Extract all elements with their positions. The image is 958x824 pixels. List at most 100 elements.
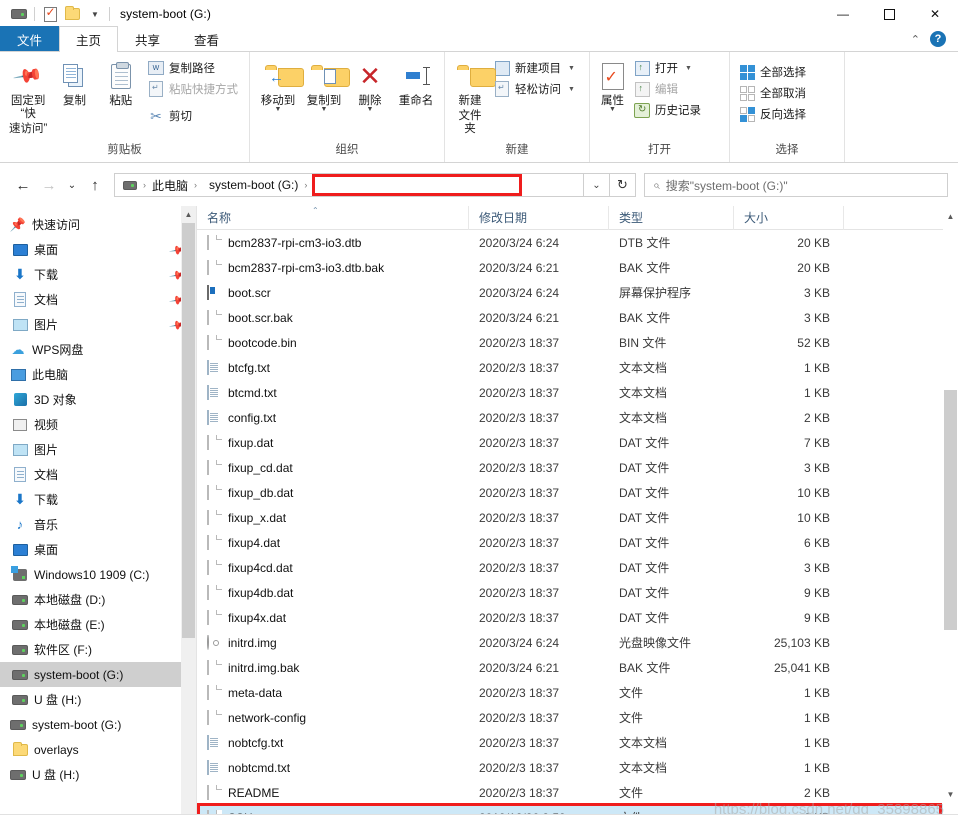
tab-share[interactable]: 共享: [118, 26, 177, 52]
collapse-ribbon-icon[interactable]: ⌃: [911, 33, 920, 46]
table-row[interactable]: boot.scr.bak 2020/3/24 6:21 BAK 文件 3 KB: [197, 305, 958, 330]
table-row[interactable]: initrd.img.bak 2020/3/24 6:21 BAK 文件 25,041…: [197, 655, 958, 680]
sidebar-item[interactable]: 此电脑: [0, 362, 196, 387]
copy-button[interactable]: 复制: [52, 56, 96, 111]
column-date-modified[interactable]: 修改日期: [469, 205, 609, 230]
breadcrumb-system-boot[interactable]: system-boot (G:): [205, 174, 302, 196]
forward-button[interactable]: →: [36, 172, 62, 198]
list-scroll-thumb[interactable]: [944, 390, 957, 630]
sidebar-item[interactable]: 软件区 (F:): [0, 637, 196, 662]
table-row[interactable]: nobtcmd.txt 2020/2/3 18:37 文本文档 1 KB: [197, 755, 958, 780]
tab-view[interactable]: 查看: [177, 26, 236, 52]
column-name[interactable]: 名称: [197, 205, 469, 230]
paste-button[interactable]: 粘贴: [99, 56, 143, 111]
table-row[interactable]: bcm2837-rpi-cm3-io3.dtb 2020/3/24 6:24 DTB…: [197, 230, 958, 255]
delete-button[interactable]: ✕ 删除 ▼: [348, 56, 392, 115]
table-row[interactable]: bootcode.bin 2020/2/3 18:37 BIN 文件 52 KB: [197, 330, 958, 355]
properties-button[interactable]: 属性 ▼: [596, 56, 629, 115]
recent-locations-button[interactable]: ⌄: [62, 172, 82, 198]
table-row[interactable]: boot.scr 2020/3/24 6:24 屏幕保护程序 3 KB: [197, 280, 958, 305]
address-bar[interactable]: › 此电脑 › system-boot (G:) ›: [114, 173, 584, 197]
search-box[interactable]: ⌕ 搜索"system-boot (G:)": [644, 173, 948, 197]
edit-button[interactable]: 编辑: [631, 79, 723, 99]
sidebar-item[interactable]: ⬇ 下载 📌: [0, 262, 196, 287]
address-dropdown-icon[interactable]: ⌄: [584, 173, 610, 197]
new-item-button[interactable]: 新建项目 ▼: [491, 58, 583, 78]
new-item-caret-icon[interactable]: ▼: [568, 65, 575, 72]
back-button[interactable]: ←: [10, 172, 36, 198]
customize-chevron-icon[interactable]: ▼: [83, 3, 105, 25]
column-size[interactable]: 大小: [734, 205, 844, 230]
sidebar-item[interactable]: 图片 📌: [0, 312, 196, 337]
sidebar-item[interactable]: 文档 📌: [0, 287, 196, 312]
new-folder-icon[interactable]: [61, 3, 83, 25]
sidebar-item[interactable]: ♪ 音乐: [0, 512, 196, 537]
move-to-caret-icon[interactable]: ▼: [275, 106, 282, 113]
table-row[interactable]: fixup4x.dat 2020/2/3 18:37 DAT 文件 9 KB: [197, 605, 958, 630]
sidebar-item[interactable]: 桌面 📌: [0, 237, 196, 262]
sidebar-item[interactable]: 3D 对象: [0, 387, 196, 412]
delete-caret-icon[interactable]: ▼: [367, 106, 374, 113]
move-to-button[interactable]: ← 移动到 ▼: [256, 56, 304, 115]
table-row[interactable]: fixup4.dat 2020/2/3 18:37 DAT 文件 6 KB: [197, 530, 958, 555]
table-row[interactable]: btcfg.txt 2020/2/3 18:37 文本文档 1 KB: [197, 355, 958, 380]
pin-to-quick-access-button[interactable]: 📌 固定到“快 速访问”: [6, 56, 50, 140]
easy-access-caret-icon[interactable]: ▼: [568, 86, 575, 93]
properties-caret-icon[interactable]: ▼: [609, 106, 616, 113]
easy-access-button[interactable]: 轻松访问 ▼: [491, 79, 583, 99]
maximize-button[interactable]: [866, 0, 912, 28]
nav-scroll-up-icon[interactable]: ▲: [181, 206, 196, 222]
drive-icon[interactable]: [8, 3, 30, 25]
copy-path-button[interactable]: W 复制路径: [145, 58, 243, 78]
sidebar-item[interactable]: ⬇ 下载: [0, 487, 196, 512]
table-row[interactable]: network-config 2020/2/3 18:37 文件 1 KB: [197, 705, 958, 730]
sidebar-item[interactable]: U 盘 (H:): [0, 762, 196, 787]
table-row[interactable]: fixup.dat 2020/2/3 18:37 DAT 文件 7 KB: [197, 430, 958, 455]
table-row[interactable]: README 2020/2/3 18:37 文件 2 KB: [197, 780, 958, 805]
help-icon[interactable]: ?: [930, 31, 946, 47]
select-none-button[interactable]: 全部取消: [736, 83, 828, 103]
file-list-scrollbar[interactable]: ▲ ▼: [943, 206, 958, 824]
sidebar-item[interactable]: ☁ WPS网盘: [0, 337, 196, 362]
new-folder-button[interactable]: 新建 文件夹: [451, 56, 496, 140]
open-caret-icon[interactable]: ▼: [685, 65, 692, 72]
invert-selection-button[interactable]: 反向选择: [736, 104, 828, 124]
table-row[interactable]: meta-data 2020/2/3 18:37 文件 1 KB: [197, 680, 958, 705]
list-scroll-down-icon[interactable]: ▼: [943, 786, 958, 802]
paste-shortcut-button[interactable]: 粘贴快捷方式: [145, 79, 243, 99]
sidebar-item[interactable]: 图片: [0, 437, 196, 462]
sidebar-item[interactable]: system-boot (G:): [0, 712, 196, 737]
sidebar-item[interactable]: 文档: [0, 462, 196, 487]
sidebar-item[interactable]: U 盘 (H:): [0, 687, 196, 712]
table-row[interactable]: fixup_x.dat 2020/2/3 18:37 DAT 文件 10 KB: [197, 505, 958, 530]
refresh-button[interactable]: ↻: [610, 173, 636, 197]
table-row[interactable]: fixup4db.dat 2020/2/3 18:37 DAT 文件 9 KB: [197, 580, 958, 605]
sidebar-item[interactable]: system-boot (G:): [0, 662, 196, 687]
sidebar-item[interactable]: 本地磁盘 (E:): [0, 612, 196, 637]
column-type[interactable]: 类型: [609, 205, 734, 230]
breadcrumb-this-pc[interactable]: 此电脑: [148, 174, 192, 196]
history-button[interactable]: 历史记录: [631, 100, 723, 120]
nav-scroll-thumb[interactable]: [182, 223, 195, 638]
close-button[interactable]: ✕: [912, 0, 958, 28]
open-button[interactable]: 打开 ▼: [631, 58, 723, 78]
table-row[interactable]: initrd.img 2020/3/24 6:24 光盘映像文件 25,103 KB: [197, 630, 958, 655]
copy-to-caret-icon[interactable]: ▼: [321, 106, 328, 113]
minimize-button[interactable]: —: [820, 0, 866, 28]
sidebar-item[interactable]: Windows10 1909 (C:): [0, 562, 196, 587]
tab-file[interactable]: 文件: [0, 26, 60, 52]
tab-home[interactable]: 主页: [59, 26, 119, 52]
table-row[interactable]: bcm2837-rpi-cm3-io3.dtb.bak 2020/3/24 6:2…: [197, 255, 958, 280]
rename-button[interactable]: 重命名: [394, 56, 438, 111]
select-all-button[interactable]: 全部选择: [736, 62, 828, 82]
sidebar-item[interactable]: 本地磁盘 (D:): [0, 587, 196, 612]
sidebar-item[interactable]: 📌 快速访问: [0, 212, 196, 237]
navigation-scrollbar[interactable]: ▲ ▼: [181, 206, 196, 824]
copy-to-button[interactable]: 复制到 ▼: [302, 56, 350, 115]
properties-check-icon[interactable]: [39, 3, 61, 25]
table-row[interactable]: config.txt 2020/2/3 18:37 文本文档 2 KB: [197, 405, 958, 430]
up-button[interactable]: ↑: [82, 172, 108, 198]
table-row[interactable]: fixup4cd.dat 2020/2/3 18:37 DAT 文件 3 KB: [197, 555, 958, 580]
cut-button[interactable]: ✂ 剪切: [145, 106, 243, 126]
sidebar-item[interactable]: 桌面: [0, 537, 196, 562]
